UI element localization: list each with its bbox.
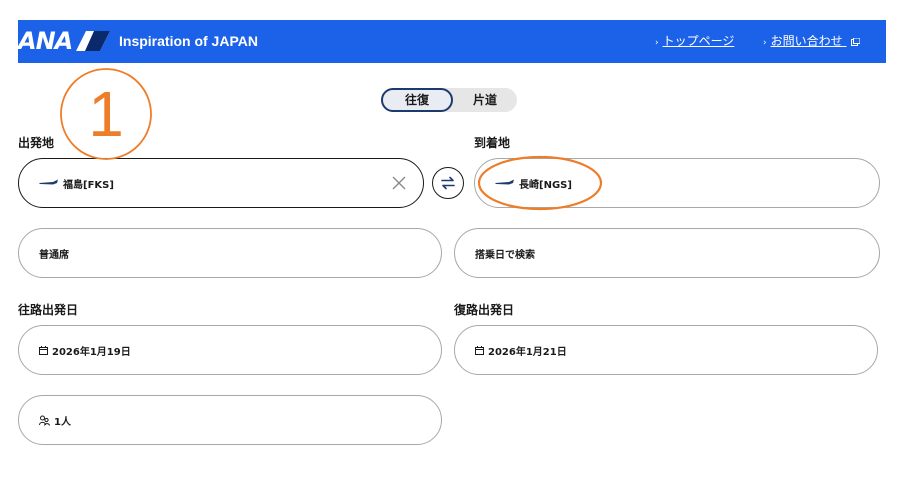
clear-icon[interactable] <box>391 175 407 191</box>
outbound-date-field[interactable]: 2026年1月19日 <box>18 325 442 375</box>
departure-label: 出発地 <box>18 136 55 150</box>
plane-icon <box>495 179 514 185</box>
arrival-label: 到着地 <box>474 136 511 150</box>
cabin-class-select[interactable]: 普通席 <box>18 228 442 278</box>
swap-icon <box>441 176 455 190</box>
arrow-right-icon: › <box>655 38 659 48</box>
ana-logo-icon <box>76 31 111 51</box>
departure-value: 福島[FKS] <box>63 179 114 191</box>
top-page-link-label: トップページ <box>662 34 735 48</box>
trip-type-toggle: 往復 片道 <box>381 88 517 112</box>
step-circle-annotation <box>60 68 152 160</box>
arrival-value: 長崎[NGS] <box>519 179 572 191</box>
passengers-field[interactable]: 1人 <box>18 395 442 445</box>
top-page-link[interactable]: › トップページ <box>655 20 734 63</box>
departure-field[interactable]: 福島[FKS] <box>18 158 424 208</box>
plane-icon <box>39 179 58 185</box>
round-trip-option[interactable]: 往復 <box>381 88 453 112</box>
arrival-field[interactable]: 長崎[NGS] <box>474 158 880 208</box>
ana-logo[interactable]: ANA <box>18 26 111 56</box>
person-icon <box>39 415 50 426</box>
logo-text: ANA <box>18 27 73 55</box>
contact-link[interactable]: › お問い合わせ <box>763 20 861 63</box>
swap-locations-button[interactable] <box>432 167 464 199</box>
one-way-option[interactable]: 片道 <box>453 88 517 112</box>
return-date-label: 復路出発日 <box>454 303 515 317</box>
search-mode-value: 搭乗日で検索 <box>475 249 535 261</box>
calendar-icon <box>475 345 484 355</box>
return-date-value: 2026年1月21日 <box>488 346 567 358</box>
external-link-icon <box>851 37 861 46</box>
outbound-date-value: 2026年1月19日 <box>52 346 131 358</box>
outbound-date-label: 往路出発日 <box>18 303 79 317</box>
contact-link-label: お問い合わせ <box>770 34 843 48</box>
site-header: ANA Inspiration of JAPAN › トップページ › お問い合わせ <box>18 20 886 63</box>
step-number-annotation: 1 <box>88 78 124 150</box>
search-mode-select[interactable]: 搭乗日で検索 <box>454 228 880 278</box>
calendar-icon <box>39 345 48 355</box>
arrow-right-icon: › <box>763 38 767 48</box>
return-date-field[interactable]: 2026年1月21日 <box>454 325 878 375</box>
cabin-class-value: 普通席 <box>39 249 69 261</box>
site-tagline: Inspiration of JAPAN <box>119 33 258 49</box>
passengers-value: 1人 <box>54 416 71 428</box>
